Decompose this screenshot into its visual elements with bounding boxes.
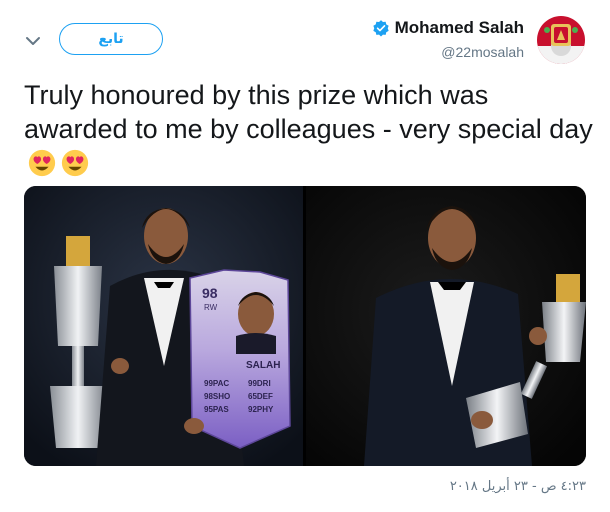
follow-button[interactable]: تابع bbox=[59, 23, 163, 55]
card-stat: 99PAC bbox=[204, 379, 229, 388]
tweet-header: تابع Mohamed Salah @22mosalah bbox=[0, 0, 610, 76]
photo-with-trophy[interactable] bbox=[306, 186, 586, 466]
photo-with-card[interactable]: 98 RW SALAH 99PAC 98SHO 95PAS 99DRI 65DE… bbox=[24, 186, 303, 466]
user-info[interactable]: Mohamed Salah @22mosalah bbox=[372, 18, 524, 60]
display-name[interactable]: Mohamed Salah bbox=[395, 18, 524, 38]
avatar[interactable] bbox=[537, 16, 585, 64]
card-stat: 95PAS bbox=[204, 405, 229, 414]
card-position: RW bbox=[204, 303, 218, 312]
heart-eyes-emoji-icon bbox=[28, 149, 56, 177]
chevron-down-icon[interactable] bbox=[24, 32, 42, 50]
card-stat: 92PHY bbox=[248, 405, 274, 414]
tweet-body: Truly honoured by this prize which was a… bbox=[24, 80, 593, 144]
media-grid: 98 RW SALAH 99PAC 98SHO 95PAS 99DRI 65DE… bbox=[24, 186, 586, 466]
tweet-timestamp[interactable]: ٤:٢٣ ص - ٢٣ أبريل ٢٠١٨ bbox=[450, 479, 586, 494]
card-rating: 98 bbox=[202, 285, 218, 301]
verified-badge-icon bbox=[372, 20, 389, 37]
user-handle[interactable]: @22mosalah bbox=[372, 44, 524, 60]
card-stat: 65DEF bbox=[248, 392, 273, 401]
card-stat: 99DRI bbox=[248, 379, 271, 388]
tweet-text: Truly honoured by this prize which was a… bbox=[24, 78, 594, 180]
card-name: SALAH bbox=[246, 360, 280, 371]
card-stat: 98SHO bbox=[204, 392, 230, 401]
liverpool-crest-avatar-icon bbox=[537, 16, 585, 64]
heart-eyes-emoji-icon bbox=[61, 149, 89, 177]
